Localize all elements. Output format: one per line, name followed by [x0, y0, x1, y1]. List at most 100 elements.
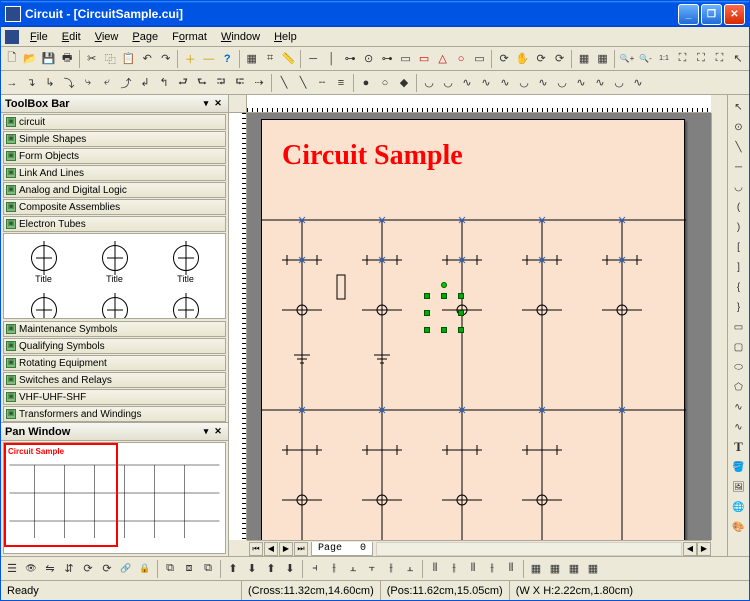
- arrowhead2[interactable]: ○: [376, 73, 394, 93]
- canvas-viewport[interactable]: Circuit Sample: [247, 113, 711, 540]
- paren-right-tool[interactable]: [730, 218, 748, 236]
- page-last-button[interactable]: ⏭: [294, 542, 308, 556]
- close-button[interactable]: ✕: [724, 4, 745, 25]
- rotate-button[interactable]: [495, 49, 513, 69]
- rotate-left-button[interactable]: [79, 559, 97, 579]
- menu-page[interactable]: Page: [125, 29, 165, 45]
- conn-bend2[interactable]: ↳: [41, 73, 59, 93]
- toolbox-shape[interactable]: Title: [79, 290, 150, 319]
- rect-outline-tool[interactable]: [415, 49, 433, 69]
- pan-canvas[interactable]: Circuit Sample: [3, 442, 226, 554]
- toolbox-shape[interactable]: Title: [150, 290, 221, 319]
- page-prev-button[interactable]: ◀: [264, 542, 278, 556]
- curve2[interactable]: [439, 73, 457, 93]
- zoomin2-button[interactable]: [618, 49, 636, 69]
- menu-format[interactable]: Format: [165, 29, 214, 45]
- lock-button[interactable]: [136, 559, 154, 579]
- same-size-button[interactable]: [502, 559, 520, 579]
- toolbox-cat-qualifying[interactable]: ▣Qualifying Symbols: [3, 338, 226, 354]
- ellipse-tool[interactable]: [730, 358, 748, 376]
- polygon-tool[interactable]: [730, 378, 748, 396]
- toolbox-close-icon[interactable]: ✕: [212, 98, 224, 110]
- rect-tool[interactable]: [397, 49, 415, 69]
- combine-button[interactable]: [199, 559, 217, 579]
- drawing-page[interactable]: Circuit Sample: [261, 119, 685, 540]
- toolbox-cat-analog-digital[interactable]: ▣Analog and Digital Logic: [3, 182, 226, 198]
- distribute-h-button[interactable]: [426, 559, 444, 579]
- paren-left-tool[interactable]: [730, 198, 748, 216]
- toolbox-cat-electron-tubes[interactable]: ▣Electron Tubes: [3, 216, 226, 232]
- bracket-right-tool[interactable]: [730, 258, 748, 276]
- cut-button[interactable]: [83, 49, 101, 69]
- toolbox-cat-link-lines[interactable]: ▣Link And Lines: [3, 165, 226, 181]
- toolbox-shape[interactable]: Title: [150, 238, 221, 290]
- grid-on-button[interactable]: [584, 559, 602, 579]
- line-weight[interactable]: [332, 73, 350, 93]
- fill-tool[interactable]: [730, 458, 748, 476]
- image-tool[interactable]: [730, 478, 748, 496]
- align-bottom-button[interactable]: [401, 559, 419, 579]
- zoom-fit-button[interactable]: [674, 49, 692, 69]
- brace-left-tool[interactable]: [730, 278, 748, 296]
- triangle-tool[interactable]: [434, 49, 452, 69]
- curve9[interactable]: [572, 73, 590, 93]
- curve4[interactable]: [477, 73, 495, 93]
- conn-bend10[interactable]: ⮑: [193, 73, 211, 93]
- toolbox-cat-maintenance[interactable]: ▣Maintenance Symbols: [3, 321, 226, 337]
- distribute-v-button[interactable]: [445, 559, 463, 579]
- pan-button[interactable]: [514, 49, 532, 69]
- align-right-button[interactable]: [344, 559, 362, 579]
- text-tool[interactable]: [730, 438, 748, 456]
- ungroup-button[interactable]: [180, 559, 198, 579]
- snap-toggle-button[interactable]: [261, 49, 279, 69]
- scrollbar-vertical[interactable]: [711, 113, 727, 540]
- curve12[interactable]: [629, 73, 647, 93]
- rect-tool2[interactable]: [730, 318, 748, 336]
- color-picker-tool[interactable]: [730, 518, 748, 536]
- page-tab[interactable]: Page 0: [311, 542, 373, 556]
- toolbox-shape[interactable]: Title: [8, 238, 79, 290]
- ruler-horizontal[interactable]: [247, 95, 711, 113]
- snap-grid-button[interactable]: [527, 559, 545, 579]
- curve8[interactable]: [553, 73, 571, 93]
- conn-bend11[interactable]: ⮒: [212, 73, 230, 93]
- toolbox-cat-form-objects[interactable]: ▣Form Objects: [3, 148, 226, 164]
- toolbox-cat-composite[interactable]: ▣Composite Assemblies: [3, 199, 226, 215]
- curve11[interactable]: [610, 73, 628, 93]
- resize-handle-se[interactable]: [458, 327, 464, 333]
- zoom-width-button[interactable]: [711, 49, 729, 69]
- align-middle-button[interactable]: [382, 559, 400, 579]
- snap-guide-button[interactable]: [565, 559, 583, 579]
- toolbox-shape[interactable]: Title: [8, 290, 79, 319]
- toolbox-cat-switches[interactable]: ▣Switches and Relays: [3, 372, 226, 388]
- scroll-left-button[interactable]: ◀: [683, 542, 697, 556]
- conn-bend8[interactable]: ↰: [155, 73, 173, 93]
- linecap1[interactable]: [275, 73, 293, 93]
- arc-tool[interactable]: [730, 178, 748, 196]
- bring-front-button[interactable]: [224, 559, 242, 579]
- circle-tool[interactable]: [452, 49, 470, 69]
- brace-right-tool[interactable]: [730, 298, 748, 316]
- grid3-button[interactable]: [594, 49, 612, 69]
- web-tool[interactable]: [730, 498, 748, 516]
- send-back-button[interactable]: [243, 559, 261, 579]
- menu-edit[interactable]: Edit: [55, 29, 88, 45]
- conn-right[interactable]: [3, 73, 21, 93]
- same-height-button[interactable]: [483, 559, 501, 579]
- visibility-button[interactable]: [22, 559, 40, 579]
- pan-menu-icon[interactable]: ▾: [200, 426, 212, 438]
- page-first-button[interactable]: ⏮: [249, 542, 263, 556]
- curve7[interactable]: [534, 73, 552, 93]
- conn-bend3[interactable]: ⤵: [60, 73, 78, 93]
- arrowhead1[interactable]: ●: [357, 73, 375, 93]
- linecap2[interactable]: [294, 73, 312, 93]
- curve3[interactable]: [458, 73, 476, 93]
- flip-v-button[interactable]: [60, 559, 78, 579]
- conn-bend1[interactable]: ↴: [22, 73, 40, 93]
- connector-tool[interactable]: [341, 49, 359, 69]
- ruler-vertical[interactable]: [229, 113, 247, 540]
- paste-button[interactable]: [120, 49, 138, 69]
- snap-object-button[interactable]: [546, 559, 564, 579]
- toolbox-menu-icon[interactable]: ▾: [200, 98, 212, 110]
- bezier-tool[interactable]: [730, 398, 748, 416]
